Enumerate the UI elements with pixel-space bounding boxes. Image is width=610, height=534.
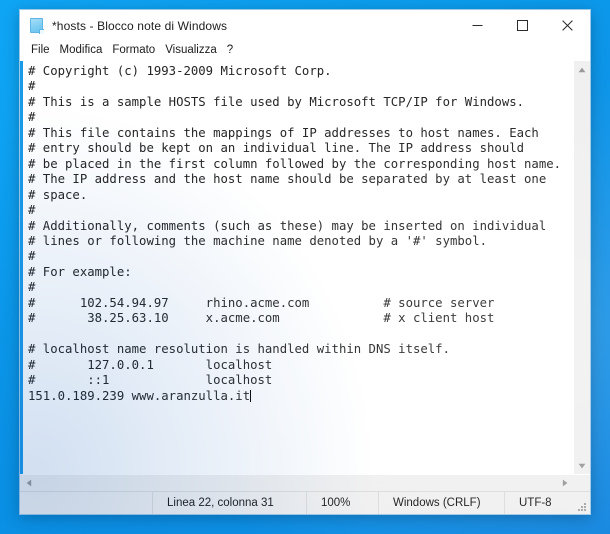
status-bar: Linea 22, colonna 31 100% Windows (CRLF)… [20, 491, 590, 514]
hosts-file-text: # Copyright (c) 1993-2009 Microsoft Corp… [28, 64, 573, 404]
menu-item-formato[interactable]: Formato [107, 43, 160, 58]
status-line-endings: Windows (CRLF) [378, 492, 504, 514]
menu-item-file[interactable]: File [26, 43, 55, 58]
horizontal-scrollbar[interactable] [20, 474, 590, 491]
maximize-button[interactable] [500, 10, 545, 41]
hosts-file-content: # Copyright (c) 1993-2009 Microsoft Corp… [28, 64, 562, 403]
window-controls [455, 10, 590, 41]
text-caret [250, 389, 252, 402]
scroll-up-icon[interactable] [574, 61, 590, 78]
title-bar[interactable]: *hosts - Blocco note di Windows [20, 10, 590, 41]
editor-area: # Copyright (c) 1993-2009 Microsoft Corp… [20, 60, 590, 491]
scroll-right-icon[interactable] [556, 475, 573, 491]
status-zoom-level[interactable]: 100% [306, 492, 378, 514]
notepad-document-icon [29, 17, 45, 34]
menu-bar: File Modifica Formato Visualizza ? [20, 41, 590, 60]
scroll-down-icon[interactable] [574, 457, 590, 474]
notepad-window: *hosts - Blocco note di Windows File Mod… [19, 9, 591, 515]
scrollbar-corner [573, 475, 590, 491]
menu-item-visualizza[interactable]: Visualizza [160, 43, 222, 58]
scroll-left-icon[interactable] [20, 475, 37, 491]
desktop-background: *hosts - Blocco note di Windows File Mod… [0, 0, 610, 534]
vertical-scroll-track[interactable] [574, 78, 590, 457]
vertical-scrollbar[interactable] [573, 61, 590, 474]
horizontal-scroll-track[interactable] [37, 475, 556, 491]
menu-item-modifica[interactable]: Modifica [55, 43, 108, 58]
resize-grip-icon[interactable] [575, 500, 587, 512]
text-editor[interactable]: # Copyright (c) 1993-2009 Microsoft Corp… [20, 61, 573, 474]
menu-item-help[interactable]: ? [222, 43, 238, 58]
close-button[interactable] [545, 10, 590, 41]
minimize-button[interactable] [455, 10, 500, 41]
vertical-scroll-thumb[interactable] [574, 78, 590, 457]
status-cursor-position: Linea 22, colonna 31 [152, 492, 306, 514]
window-title: *hosts - Blocco note di Windows [52, 18, 228, 33]
